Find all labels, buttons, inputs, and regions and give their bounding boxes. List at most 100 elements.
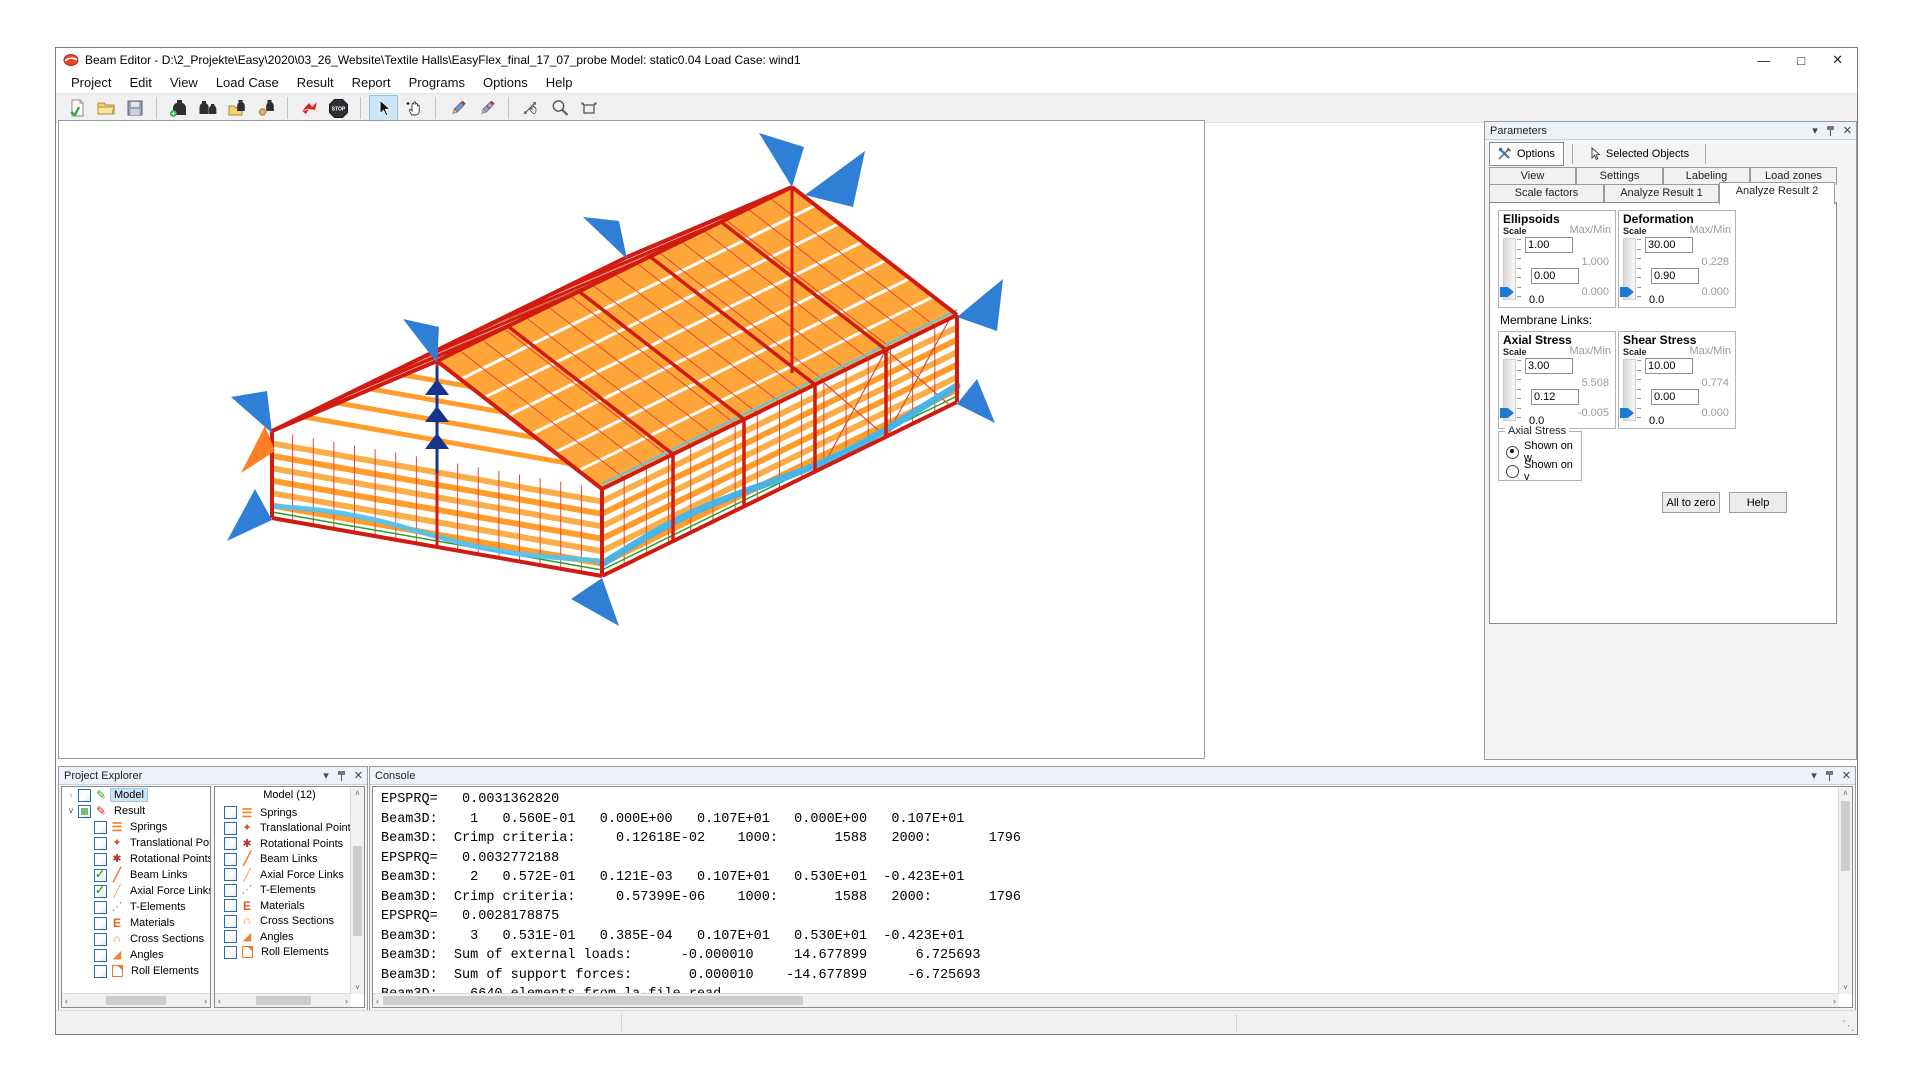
list-horizontal-scrollbar[interactable]: ‹ ›: [215, 993, 351, 1007]
tree-item-label[interactable]: Model: [111, 789, 147, 801]
menu-project[interactable]: Project: [62, 73, 120, 92]
checkbox[interactable]: [94, 885, 107, 898]
checkbox[interactable]: [94, 853, 107, 866]
checkbox[interactable]: [224, 915, 237, 928]
tree-item-axial-force-links[interactable]: ╱ Axial Force Links: [62, 883, 210, 899]
resize-grip-icon[interactable]: ⋱: [1842, 1018, 1855, 1034]
axial-stress-max-input[interactable]: [1525, 358, 1573, 374]
menu-report[interactable]: Report: [343, 73, 400, 92]
checkbox[interactable]: [78, 805, 91, 818]
tree-item-t-elements[interactable]: ⋰ T-Elements: [62, 899, 210, 915]
tab-analyze-result-1[interactable]: Analyze Result 1: [1604, 184, 1719, 202]
checkbox[interactable]: [94, 869, 107, 882]
help-button[interactable]: Help: [1729, 492, 1787, 513]
select-cursor-button[interactable]: [369, 95, 398, 122]
tab-selected-objects[interactable]: Selected Objects: [1581, 143, 1697, 165]
tree-item-roll-elements[interactable]: Roll Elements: [62, 963, 210, 979]
checkbox[interactable]: [224, 806, 237, 819]
new-model-button[interactable]: [63, 96, 90, 121]
tree-item-label[interactable]: Axial Force Links: [127, 885, 211, 897]
tree-item-model[interactable]: › ✎ Model: [62, 787, 210, 803]
menu-edit[interactable]: Edit: [120, 73, 160, 92]
tree-item-label[interactable]: T-Elements: [127, 901, 189, 913]
all-to-zero-button[interactable]: All to zero: [1662, 492, 1720, 513]
dropdown-icon[interactable]: ▾: [1811, 769, 1817, 782]
radio-shown-on-v[interactable]: Shown on v: [1506, 459, 1581, 483]
console-horizontal-scrollbar[interactable]: ‹ ›: [373, 993, 1839, 1007]
close-icon[interactable]: ✕: [1843, 124, 1852, 137]
scroll-right-icon[interactable]: ›: [345, 996, 348, 1006]
tree-item-label[interactable]: Angles: [127, 949, 167, 961]
checkbox[interactable]: [224, 822, 237, 835]
model-viewport[interactable]: [58, 120, 1205, 759]
menu-programs[interactable]: Programs: [400, 73, 474, 92]
tree-item-beam-links[interactable]: ╱ Beam Links: [62, 867, 210, 883]
pin-icon[interactable]: [337, 770, 346, 781]
ellipsoids-min-input[interactable]: [1531, 268, 1579, 284]
checkbox[interactable]: [94, 965, 107, 978]
shear-stress-max-input[interactable]: [1645, 358, 1693, 374]
tree-item-label[interactable]: Translational Points: [127, 837, 211, 849]
scrollbar-thumb[interactable]: [1841, 801, 1850, 871]
scroll-left-icon[interactable]: ‹: [218, 996, 221, 1006]
stop-calculation-button[interactable]: STOP: [325, 96, 352, 121]
tree-item-translational-points[interactable]: ✦ Translational Points: [62, 835, 210, 851]
tree-item-springs[interactable]: ☰ Springs: [62, 819, 210, 835]
list-item-roll-elements[interactable]: Roll Elements: [215, 945, 364, 961]
scroll-left-icon[interactable]: ‹: [65, 996, 68, 1006]
tree-item-rotational-points[interactable]: ✱ Rotational Points: [62, 851, 210, 867]
pin-icon[interactable]: [1826, 125, 1835, 136]
list-vertical-scrollbar[interactable]: ˄ ˅: [350, 787, 364, 994]
open-load-case-button[interactable]: [223, 96, 250, 121]
tree-item-result[interactable]: ˅ ✎ Result: [62, 803, 210, 819]
list-item-cross-sections[interactable]: ∩Cross Sections: [215, 914, 364, 930]
scroll-down-icon[interactable]: ˅: [355, 983, 360, 992]
menu-view[interactable]: View: [161, 73, 207, 92]
checkbox[interactable]: [94, 901, 107, 914]
scroll-down-icon[interactable]: ˅: [1843, 983, 1848, 992]
axial-stress-min-input[interactable]: [1531, 389, 1579, 405]
tab-analyze-result-2[interactable]: Analyze Result 2: [1719, 182, 1835, 205]
rotate-view-button[interactable]: [517, 96, 544, 121]
tree-item-angles[interactable]: ◢ Angles: [62, 947, 210, 963]
tree-item-label[interactable]: Cross Sections: [127, 933, 207, 945]
draw-beam-button[interactable]: [444, 96, 471, 121]
tab-settings[interactable]: Settings: [1576, 167, 1663, 185]
pan-view-button[interactable]: [400, 96, 427, 121]
checkbox[interactable]: [224, 868, 237, 881]
calculate-button[interactable]: [296, 96, 323, 121]
checkbox[interactable]: [94, 821, 107, 834]
save-model-button[interactable]: [121, 96, 148, 121]
checkbox[interactable]: [224, 884, 237, 897]
scrollbar-thumb[interactable]: [383, 996, 803, 1005]
shear-stress-min-input[interactable]: [1651, 389, 1699, 405]
checkbox[interactable]: [224, 837, 237, 850]
checkbox[interactable]: [224, 930, 237, 943]
load-cases-button[interactable]: [194, 96, 221, 121]
console-vertical-scrollbar[interactable]: ˄ ˅: [1838, 787, 1852, 994]
tree-item-label[interactable]: Beam Links: [127, 869, 190, 881]
load-case-settings-button[interactable]: [252, 96, 279, 121]
checkbox[interactable]: [78, 789, 91, 802]
checkbox[interactable]: [224, 899, 237, 912]
scroll-up-icon[interactable]: ˄: [355, 789, 360, 798]
checkbox[interactable]: [94, 917, 107, 930]
tree-item-label[interactable]: Springs: [127, 821, 170, 833]
checkbox[interactable]: [94, 837, 107, 850]
ellipsoids-max-input[interactable]: [1525, 237, 1573, 253]
list-item-t-elements[interactable]: ⋰T-Elements: [215, 883, 364, 899]
checkbox[interactable]: [94, 933, 107, 946]
tree-item-label[interactable]: Rotational Points: [127, 853, 211, 865]
tree-item-materials[interactable]: E Materials: [62, 915, 210, 931]
menu-help[interactable]: Help: [537, 73, 582, 92]
tab-scale-factors[interactable]: Scale factors: [1489, 184, 1604, 202]
scrollbar-thumb[interactable]: [256, 996, 311, 1005]
close-icon[interactable]: ✕: [354, 769, 363, 782]
tree-horizontal-scrollbar[interactable]: ‹ ›: [62, 993, 210, 1007]
collapse-icon[interactable]: ˅: [65, 806, 77, 816]
menu-load-case[interactable]: Load Case: [207, 73, 288, 92]
menu-options[interactable]: Options: [474, 73, 537, 92]
list-item-springs[interactable]: ☰Springs: [215, 805, 364, 821]
expand-icon[interactable]: ›: [65, 790, 77, 800]
minimize-button[interactable]: —: [1757, 53, 1770, 68]
